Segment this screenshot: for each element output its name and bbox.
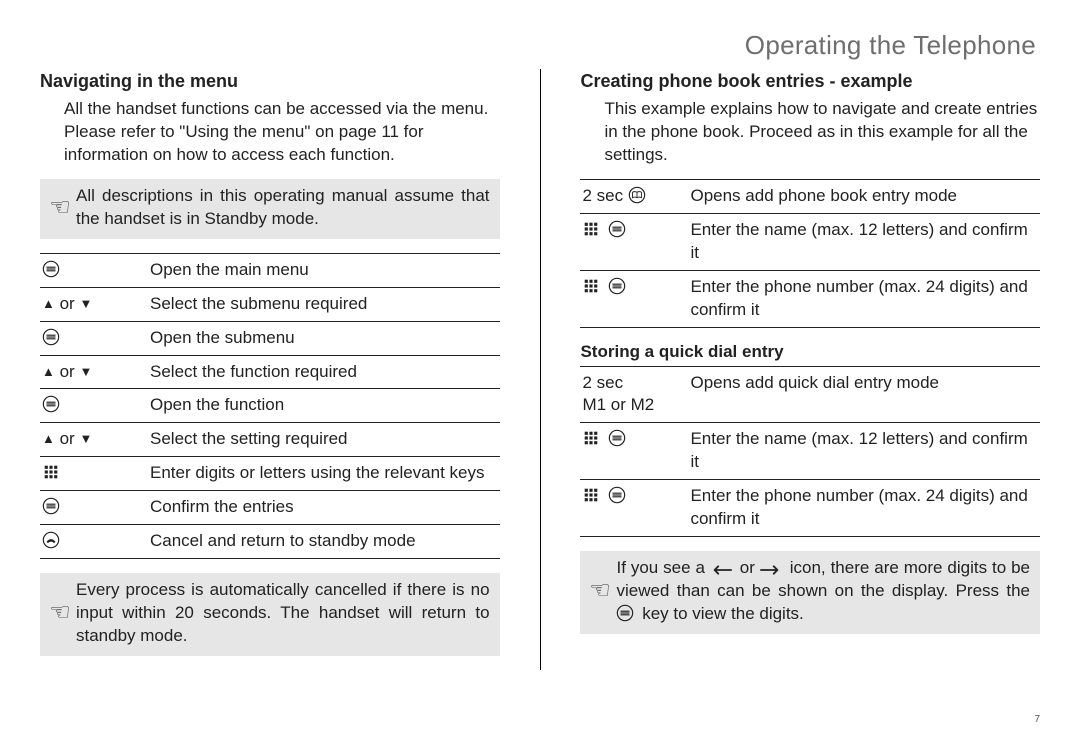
menu-key-icon <box>42 497 60 515</box>
down-arrow-icon: ▼ <box>79 364 92 379</box>
table-row: Open the submenu <box>40 321 500 355</box>
page-title: Operating the Telephone <box>40 30 1040 61</box>
right-column: Creating phone book entries - example Th… <box>580 65 1040 670</box>
table-row: Confirm the entries <box>40 491 500 525</box>
pointing-hand-icon: ☞ <box>44 597 76 629</box>
menu-key-icon <box>608 220 626 238</box>
right-callout: ☞ If you see a or icon, there are more d… <box>580 551 1040 634</box>
keypad-icon <box>582 277 600 295</box>
keypad-icon <box>42 463 60 481</box>
down-arrow-icon: ▼ <box>79 431 92 446</box>
right-heading: Creating phone book entries - example <box>580 71 1040 92</box>
step-key <box>580 270 688 327</box>
step-desc: Opens add quick dial entry mode <box>688 366 1040 423</box>
step-key <box>40 491 148 525</box>
step-desc: Select the setting required <box>148 423 500 457</box>
step-key <box>40 389 148 423</box>
step-desc: Open the main menu <box>148 253 500 287</box>
table-row: 2 secM1 or M2Opens add quick dial entry … <box>580 366 1040 423</box>
left-callout-1: ☞ All descriptions in this operating man… <box>40 179 500 239</box>
step-key: 2 secM1 or M2 <box>580 366 688 423</box>
column-divider <box>540 69 541 670</box>
right-intro: This example explains how to navigate an… <box>604 98 1040 167</box>
step-key <box>40 525 148 559</box>
callout-post2: key to view the digits. <box>642 604 804 623</box>
step-key <box>40 457 148 491</box>
step-desc: Enter the phone number (max. 24 digits) … <box>688 270 1040 327</box>
arrow-forward-icon <box>760 564 782 576</box>
phonebook-key-icon <box>628 186 646 204</box>
left-column: Navigating in the menu All the handset f… <box>40 65 500 670</box>
table-row: Enter the phone number (max. 24 digits) … <box>580 270 1040 327</box>
up-arrow-icon: ▲ <box>42 364 55 379</box>
right-subheading: Storing a quick dial entry <box>580 342 1040 362</box>
menu-key-icon <box>608 277 626 295</box>
table-row: Open the function <box>40 389 500 423</box>
step-key <box>40 253 148 287</box>
callout-mid: or <box>740 558 760 577</box>
step-desc: Select the submenu required <box>148 287 500 321</box>
menu-key-icon <box>608 486 626 504</box>
table-row: Open the main menu <box>40 253 500 287</box>
step-desc: Enter the name (max. 12 letters) and con… <box>688 213 1040 270</box>
menu-key-icon <box>616 604 634 622</box>
table-row: ▲ or ▼Select the setting required <box>40 423 500 457</box>
keypad-icon <box>582 220 600 238</box>
left-callout-1-text: All descriptions in this operating manua… <box>76 185 490 231</box>
table-row: Enter the phone number (max. 24 digits) … <box>580 480 1040 537</box>
menu-key-icon <box>42 328 60 346</box>
menu-key-icon <box>42 260 60 278</box>
step-desc: Confirm the entries <box>148 491 500 525</box>
step-key: ▲ or ▼ <box>40 423 148 457</box>
table-row: Cancel and return to standby mode <box>40 525 500 559</box>
step-key <box>580 213 688 270</box>
pointing-hand-icon: ☞ <box>584 575 616 607</box>
page-number: 7 <box>1034 714 1040 725</box>
keypad-icon <box>582 486 600 504</box>
left-intro: All the handset functions can be accesse… <box>64 98 500 167</box>
step-key: ▲ or ▼ <box>40 287 148 321</box>
step-desc: Opens add phone book entry mode <box>688 179 1040 213</box>
menu-key-icon <box>608 429 626 447</box>
right-steps1-table: 2 sec Opens add phone book entry mode En… <box>580 179 1040 328</box>
step-key <box>580 423 688 480</box>
left-callout-2: ☞ Every process is automatically cancell… <box>40 573 500 656</box>
step-desc: Cancel and return to standby mode <box>148 525 500 559</box>
step-desc: Open the function <box>148 389 500 423</box>
hangup-key-icon <box>42 531 60 549</box>
step-desc: Enter digits or letters using the releva… <box>148 457 500 491</box>
step-key: ▲ or ▼ <box>40 355 148 389</box>
keypad-icon <box>582 429 600 447</box>
arrow-back-icon <box>710 564 732 576</box>
up-arrow-icon: ▲ <box>42 296 55 311</box>
step-desc: Enter the phone number (max. 24 digits) … <box>688 480 1040 537</box>
step-desc: Open the submenu <box>148 321 500 355</box>
menu-key-icon <box>42 395 60 413</box>
up-arrow-icon: ▲ <box>42 431 55 446</box>
step-key <box>580 480 688 537</box>
step-key <box>40 321 148 355</box>
left-steps-table: Open the main menu▲ or ▼Select the subme… <box>40 253 500 559</box>
left-callout-2-text: Every process is automatically cancelled… <box>76 579 490 648</box>
step-desc: Select the function required <box>148 355 500 389</box>
down-arrow-icon: ▼ <box>79 296 92 311</box>
table-row: Enter the name (max. 12 letters) and con… <box>580 423 1040 480</box>
pointing-hand-icon: ☞ <box>44 192 76 224</box>
right-steps2-table: 2 secM1 or M2Opens add quick dial entry … <box>580 366 1040 538</box>
table-row: ▲ or ▼Select the submenu required <box>40 287 500 321</box>
step-desc: Enter the name (max. 12 letters) and con… <box>688 423 1040 480</box>
table-row: 2 sec Opens add phone book entry mode <box>580 179 1040 213</box>
left-heading: Navigating in the menu <box>40 71 500 92</box>
right-callout-text: If you see a or icon, there are more dig… <box>616 557 1030 626</box>
table-row: ▲ or ▼Select the function required <box>40 355 500 389</box>
step-key: 2 sec <box>580 179 688 213</box>
callout-pre: If you see a <box>616 558 709 577</box>
table-row: Enter the name (max. 12 letters) and con… <box>580 213 1040 270</box>
table-row: Enter digits or letters using the releva… <box>40 457 500 491</box>
